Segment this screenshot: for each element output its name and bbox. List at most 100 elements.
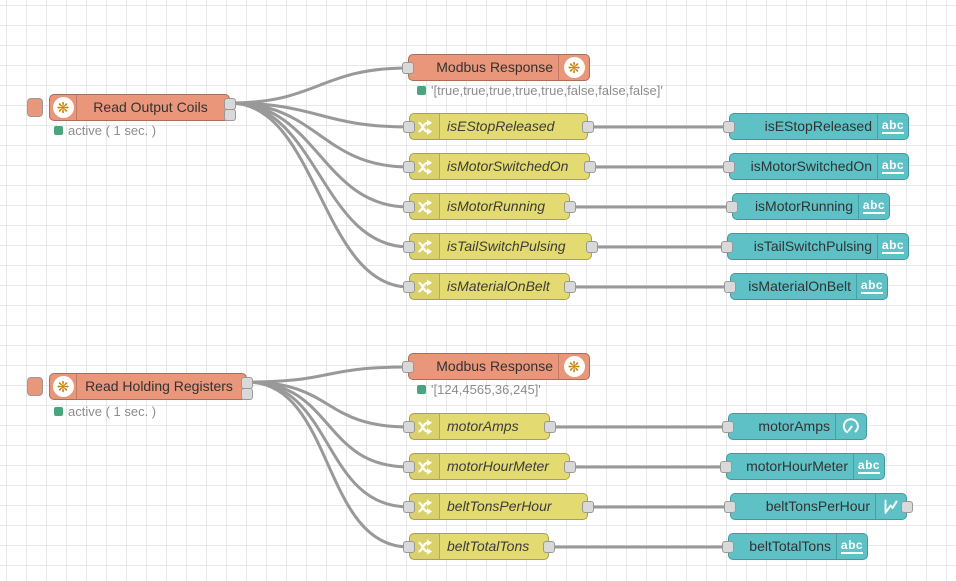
node-label: isMotorSwitchedOn [447,154,568,179]
abc-icon: abc [882,119,904,134]
input-port[interactable] [403,541,415,553]
switch-node[interactable]: beltTonsPerHour [409,493,588,520]
input-port[interactable] [726,201,738,213]
abc-icon: abc [863,199,885,214]
shuffle-icon [417,199,433,215]
wire[interactable] [247,367,408,382]
abc-icon: abc [841,539,863,554]
node-label: Modbus Response [436,55,553,80]
abc-icon: abc [882,239,904,254]
text-widget-node[interactable]: isMotorSwitchedOn abc [729,153,909,180]
input-port[interactable] [403,461,415,473]
input-port[interactable] [721,241,733,253]
shuffle-icon [417,239,433,255]
output-port[interactable] [584,161,596,173]
text-widget-node[interactable]: beltTotalTons abc [728,533,868,560]
output-port[interactable] [224,109,236,121]
wire[interactable] [247,382,409,507]
modbus-response-node[interactable]: Modbus Response ❋ [408,54,590,81]
wire[interactable] [230,103,409,247]
gauge-widget-node[interactable]: motorAmps [728,413,867,440]
input-port[interactable] [723,121,735,133]
switch-node[interactable]: isMaterialOnBelt [409,273,570,300]
shuffle-icon [417,499,433,515]
text-widget-node[interactable]: motorHourMeter abc [726,453,885,480]
input-port[interactable] [724,501,736,513]
input-port[interactable] [723,161,735,173]
modbus-read-output-coils-node[interactable]: ❋ Read Output Coils [49,94,230,121]
output-port[interactable] [241,388,253,400]
input-port[interactable] [403,121,415,133]
modbus-read-holding-registers-node[interactable]: ❋ Read Holding Registers [49,373,247,400]
shuffle-icon [417,119,433,135]
output-port[interactable] [564,281,576,293]
output-port[interactable] [564,201,576,213]
input-port[interactable] [722,541,734,553]
text-widget-node[interactable]: isMotorRunning abc [732,193,890,220]
node-label: Read Holding Registers [76,374,242,399]
output-port[interactable] [586,241,598,253]
abc-icon: abc [858,459,880,474]
node-label: motorAmps [447,414,519,439]
switch-node[interactable]: motorHourMeter [409,453,570,480]
input-port[interactable] [724,281,736,293]
node-label: isMaterialOnBelt [748,274,851,299]
switch-node[interactable]: isMotorRunning [409,193,570,220]
input-port[interactable] [402,361,414,373]
node-label: isEStopReleased [765,114,872,139]
input-port[interactable] [403,201,415,213]
wire[interactable] [230,103,409,207]
flow-canvas[interactable]: ❋ Read Output Coils active ( 1 sec. ) Mo… [0,0,956,581]
shuffle-icon [417,419,433,435]
node-label: beltTotalTons [447,534,529,559]
output-port[interactable] [564,461,576,473]
status-dot-icon [417,86,426,95]
input-port[interactable] [403,501,415,513]
shuffle-icon [417,279,433,295]
switch-node[interactable]: isMotorSwitchedOn [409,153,590,180]
status-dot-icon [417,385,426,394]
switch-node[interactable]: isEStopReleased [409,113,588,140]
input-port[interactable] [403,161,415,173]
modbus-response-node[interactable]: Modbus Response ❋ [408,353,590,380]
output-port[interactable] [544,421,556,433]
switch-node[interactable]: beltTotalTons [409,533,549,560]
output-port[interactable] [582,121,594,133]
inject-button[interactable] [27,377,43,396]
wire[interactable] [230,103,409,167]
text-widget-node[interactable]: isTailSwitchPulsing abc [727,233,909,260]
node-label: isMotorRunning [755,194,853,219]
node-label: isMotorRunning [447,194,545,219]
output-port[interactable] [543,541,555,553]
chart-widget-node[interactable]: beltTonsPerHour [730,493,907,520]
node-label: motorHourMeter [746,454,848,479]
node-label: isTailSwitchPulsing [754,234,872,259]
modbus-icon: ❋ [53,97,74,118]
input-port[interactable] [403,241,415,253]
node-label: beltTotalTons [749,534,831,559]
wire[interactable] [247,382,409,427]
wire[interactable] [230,103,409,287]
status-dot-icon [54,126,63,135]
output-port[interactable] [582,501,594,513]
input-port[interactable] [403,421,415,433]
input-port[interactable] [720,461,732,473]
text-widget-node[interactable]: isMaterialOnBelt abc [730,273,888,300]
wire[interactable] [230,68,408,103]
abc-icon: abc [861,279,883,294]
node-label: isEStopReleased [447,114,554,139]
node-status: '[124,4565,36,245]' [417,382,541,397]
switch-node[interactable]: isTailSwitchPulsing [409,233,592,260]
input-port[interactable] [402,62,414,74]
text-widget-node[interactable]: isEStopReleased abc [729,113,909,140]
input-port[interactable] [403,281,415,293]
inject-button[interactable] [27,98,43,117]
node-status: active ( 1 sec. ) [54,123,156,138]
node-label: Read Output Coils [76,95,225,120]
shuffle-icon [417,539,433,555]
output-port[interactable] [901,501,913,513]
modbus-icon: ❋ [53,376,74,397]
node-label: isMaterialOnBelt [447,274,550,299]
input-port[interactable] [722,421,734,433]
switch-node[interactable]: motorAmps [409,413,550,440]
